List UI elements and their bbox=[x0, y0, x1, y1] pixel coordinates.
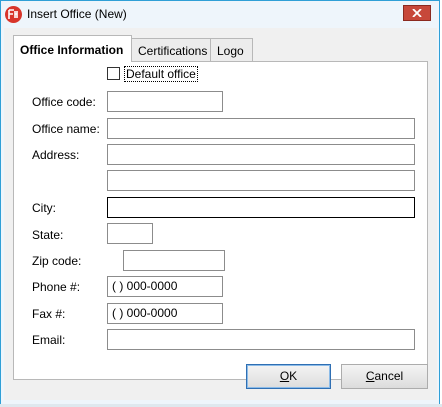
address-line1-input[interactable] bbox=[107, 144, 415, 165]
dialog-body: Office Information Certifications Logo D… bbox=[4, 28, 437, 400]
phone-input[interactable]: ( ) 000-0000 bbox=[107, 276, 223, 297]
ok-button[interactable]: OK bbox=[246, 364, 331, 389]
state-input[interactable] bbox=[107, 223, 153, 244]
office-name-label: Office name: bbox=[32, 122, 100, 136]
email-label: Email: bbox=[32, 333, 66, 347]
ok-accelerator: O bbox=[279, 369, 290, 383]
zip-code-input[interactable] bbox=[123, 250, 225, 271]
insert-office-dialog: Insert Office (New) Office Information C… bbox=[0, 0, 440, 405]
tab-logo[interactable]: Logo bbox=[210, 38, 253, 61]
close-icon bbox=[412, 9, 422, 17]
default-office-checkbox[interactable] bbox=[107, 67, 120, 80]
address-label: Address: bbox=[32, 148, 80, 162]
cancel-label-rest: ancel bbox=[374, 369, 404, 383]
phone-label: Phone #: bbox=[32, 280, 81, 294]
zip-code-label: Zip code: bbox=[32, 254, 82, 268]
title-bar[interactable]: Insert Office (New) bbox=[1, 1, 439, 28]
tab-certifications[interactable]: Certifications bbox=[131, 38, 211, 61]
cancel-button[interactable]: Cancel bbox=[341, 364, 428, 389]
window-title: Insert Office (New) bbox=[27, 7, 127, 21]
fax-input[interactable]: ( ) 000-0000 bbox=[107, 303, 223, 324]
office-information-panel: Default office Office code: Office name:… bbox=[13, 61, 428, 380]
app-logo-icon bbox=[5, 6, 22, 23]
ok-label-rest: K bbox=[289, 369, 298, 383]
email-input[interactable] bbox=[107, 329, 415, 350]
default-office-label[interactable]: Default office bbox=[124, 66, 198, 82]
close-button[interactable] bbox=[403, 5, 431, 21]
city-input[interactable] bbox=[107, 197, 415, 218]
city-label: City: bbox=[32, 201, 56, 215]
state-label: State: bbox=[32, 228, 64, 242]
address-line2-input[interactable] bbox=[107, 170, 415, 191]
office-name-input[interactable] bbox=[107, 118, 415, 139]
office-code-label: Office code: bbox=[32, 95, 96, 109]
fax-label: Fax #: bbox=[32, 307, 66, 321]
office-code-input[interactable] bbox=[107, 91, 223, 112]
tab-office-information[interactable]: Office Information bbox=[13, 35, 132, 62]
